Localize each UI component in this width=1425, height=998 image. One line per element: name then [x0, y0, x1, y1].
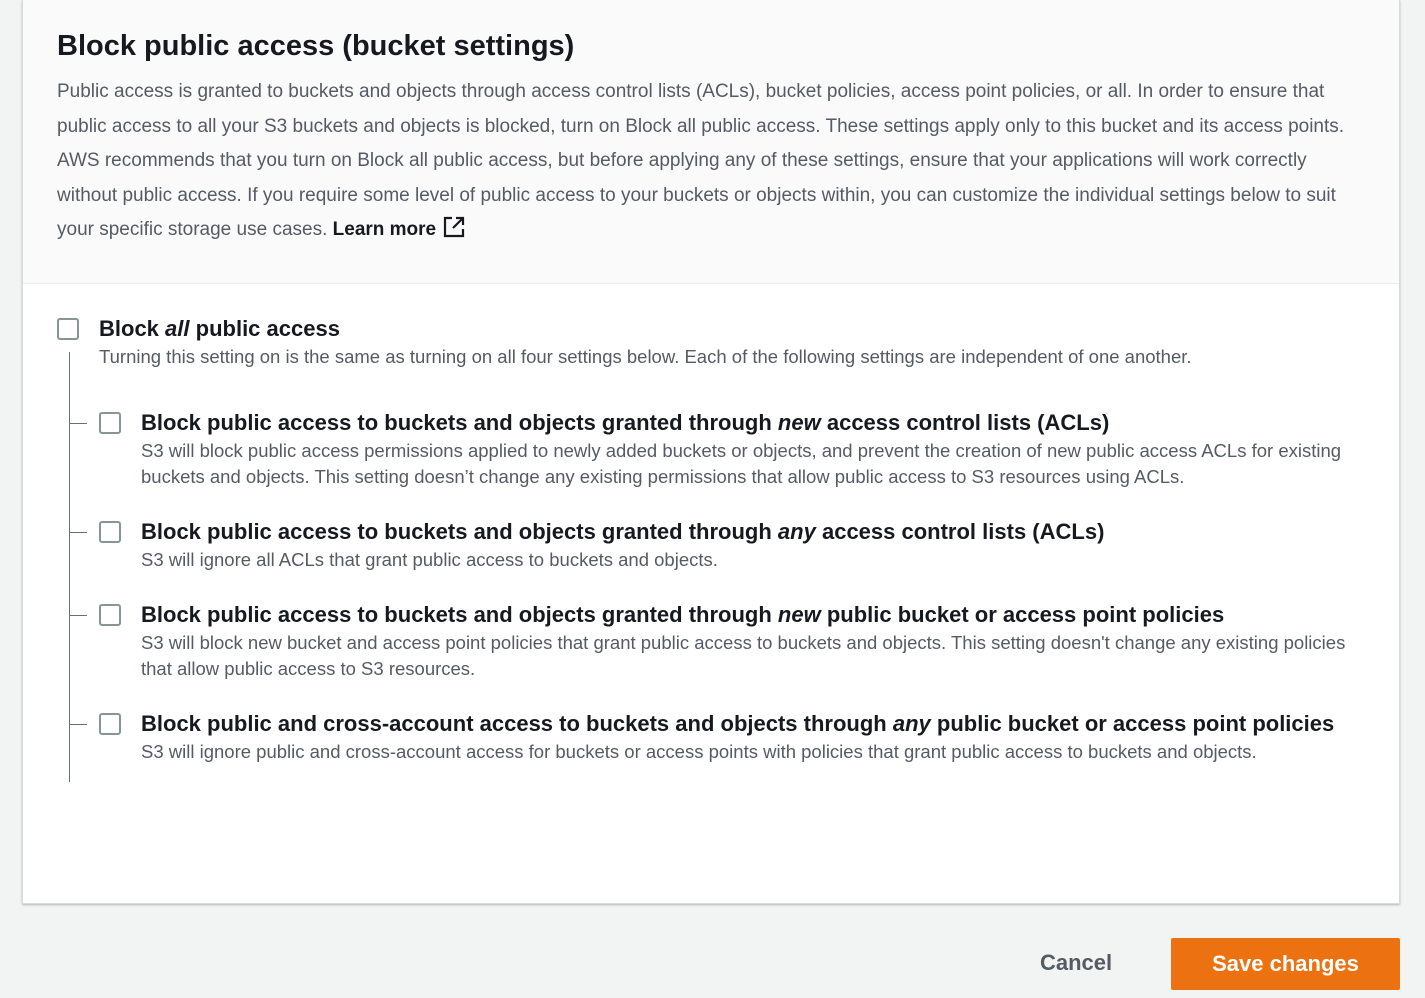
option-any-acls: Block public access to buckets and objec…: [57, 517, 1365, 573]
block-all-option: Block all public access Turning this set…: [57, 314, 1365, 370]
block-public-access-panel: Block public access (bucket settings) Pu…: [22, 0, 1400, 904]
option-title-em: any: [777, 519, 816, 544]
option-description: S3 will block public access permissions …: [141, 440, 1342, 487]
option-description: S3 will ignore public and cross-account …: [141, 741, 1257, 762]
option-title-em: any: [892, 711, 931, 736]
option-title-prefix: Block public access to buckets and objec…: [141, 410, 772, 435]
block-all-label-suffix: public access: [195, 316, 340, 341]
option-title: Block public access to buckets and objec…: [141, 600, 1365, 630]
option-title-suffix: access control lists (ACLs): [826, 410, 1110, 435]
settings-list: Block all public access Turning this set…: [23, 284, 1399, 782]
block-all-label-em: all: [165, 316, 190, 341]
section-header: Block public access (bucket settings) Pu…: [23, 0, 1399, 284]
block-all-label-prefix: Block: [99, 316, 159, 341]
tree-branch: [69, 615, 87, 616]
option-title-suffix: public bucket or access point policies: [936, 711, 1335, 736]
option-title: Block public and cross-account access to…: [141, 709, 1365, 739]
external-link-icon[interactable]: [442, 215, 466, 252]
section-description-text: Public access is granted to buckets and …: [57, 81, 1345, 240]
any-policies-checkbox[interactable]: [99, 713, 121, 735]
any-acls-checkbox[interactable]: [99, 521, 121, 543]
learn-more-label[interactable]: Learn more: [333, 219, 436, 240]
cancel-button[interactable]: Cancel: [1040, 950, 1112, 976]
option-new-policies: Block public access to buckets and objec…: [57, 600, 1365, 682]
option-title-prefix: Block public access to buckets and objec…: [141, 519, 772, 544]
tree-branch: [69, 532, 87, 533]
option-description: S3 will block new bucket and access poin…: [141, 632, 1346, 679]
option-title: Block public access to buckets and objec…: [141, 517, 1365, 547]
new-policies-checkbox[interactable]: [99, 604, 121, 626]
option-title-suffix: access control lists (ACLs): [821, 519, 1105, 544]
option-description: S3 will ignore all ACLs that grant publi…: [141, 549, 718, 570]
learn-more-link[interactable]: Learn more: [333, 216, 466, 240]
option-new-acls: Block public access to buckets and objec…: [57, 408, 1365, 490]
option-title-suffix: public bucket or access point policies: [826, 602, 1225, 627]
tree-branch: [69, 724, 87, 725]
option-title-prefix: Block public access to buckets and objec…: [141, 602, 772, 627]
option-title: Block public access to buckets and objec…: [141, 408, 1365, 438]
block-all-label: Block all public access: [99, 314, 1365, 344]
section-title: Block public access (bucket settings): [57, 30, 575, 62]
option-title-prefix: Block public and cross-account access to…: [141, 711, 887, 736]
option-any-policies: Block public and cross-account access to…: [57, 709, 1365, 765]
section-description: Public access is granted to buckets and …: [57, 75, 1365, 252]
block-all-description: Turning this setting on is the same as t…: [99, 346, 1192, 367]
tree-branch: [69, 423, 87, 424]
option-title-em: new: [777, 410, 821, 435]
block-all-checkbox[interactable]: [57, 318, 79, 340]
option-title-em: new: [777, 602, 821, 627]
save-changes-button[interactable]: Save changes: [1171, 938, 1400, 990]
new-acls-checkbox[interactable]: [99, 412, 121, 434]
